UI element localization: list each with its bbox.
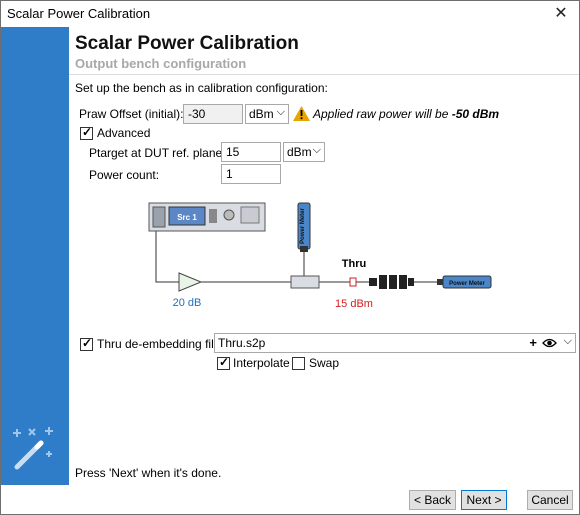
coupler-icon [290, 275, 320, 289]
interpolate-label: Interpolate [233, 356, 290, 370]
eye-icon[interactable] [542, 338, 557, 348]
thru-marker [349, 277, 357, 287]
thru-label: Thru [342, 258, 366, 270]
bench-diagram: Src 1 20 dB Power Meter Thru 15 dBm Powe… [148, 202, 492, 310]
wizard-sidebar [1, 27, 69, 485]
coupled-power-meter: Power Meter [297, 202, 311, 252]
thru-file-label: Thru de-embedding file: [97, 337, 224, 351]
thru-file-select[interactable]: Thru.s2p + ⌵ [214, 333, 576, 353]
add-file-icon[interactable]: + [529, 335, 537, 350]
thru-deembed-checkbox[interactable]: ✓ [80, 336, 93, 351]
footer-hint: Press 'Next' when it's done. [75, 466, 222, 480]
magic-wand-icon [13, 427, 53, 470]
back-button[interactable]: < Back [409, 490, 456, 510]
title-bar: Scalar Power Calibration ✕ [1, 1, 579, 27]
cancel-button[interactable]: Cancel [527, 490, 573, 510]
chevron-down-icon: ⌵ [563, 335, 572, 347]
window-title: Scalar Power Calibration [7, 6, 151, 21]
wizard-content: Scalar Power Calibration Output bench co… [69, 27, 579, 485]
attenuator-icon [369, 275, 414, 289]
button-bar: < Back Next > Cancel [1, 485, 579, 514]
output-power-meter: Power Meter [437, 275, 492, 289]
swap-checkbox[interactable] [292, 357, 305, 370]
thru-power-label: 15 dBm [335, 298, 373, 310]
amp-gain-label: 20 dB [173, 297, 202, 309]
wizard-window: Scalar Power Calibration ✕ Scalar Power … [0, 0, 580, 515]
next-button[interactable]: Next > [461, 490, 507, 510]
signal-source-instrument: Src 1 [148, 202, 266, 232]
power-meter-vertical-label: Power Meter [300, 208, 306, 244]
swap-label: Swap [309, 356, 340, 370]
close-button[interactable]: ✕ [551, 4, 571, 24]
power-meter-horizontal-label: Power Meter [449, 281, 485, 287]
interpolate-checkbox[interactable]: ✓ [217, 355, 230, 370]
thru-file-value: Thru.s2p [218, 336, 266, 350]
amplifier-icon [178, 272, 203, 292]
source-label: Src 1 [177, 213, 197, 222]
